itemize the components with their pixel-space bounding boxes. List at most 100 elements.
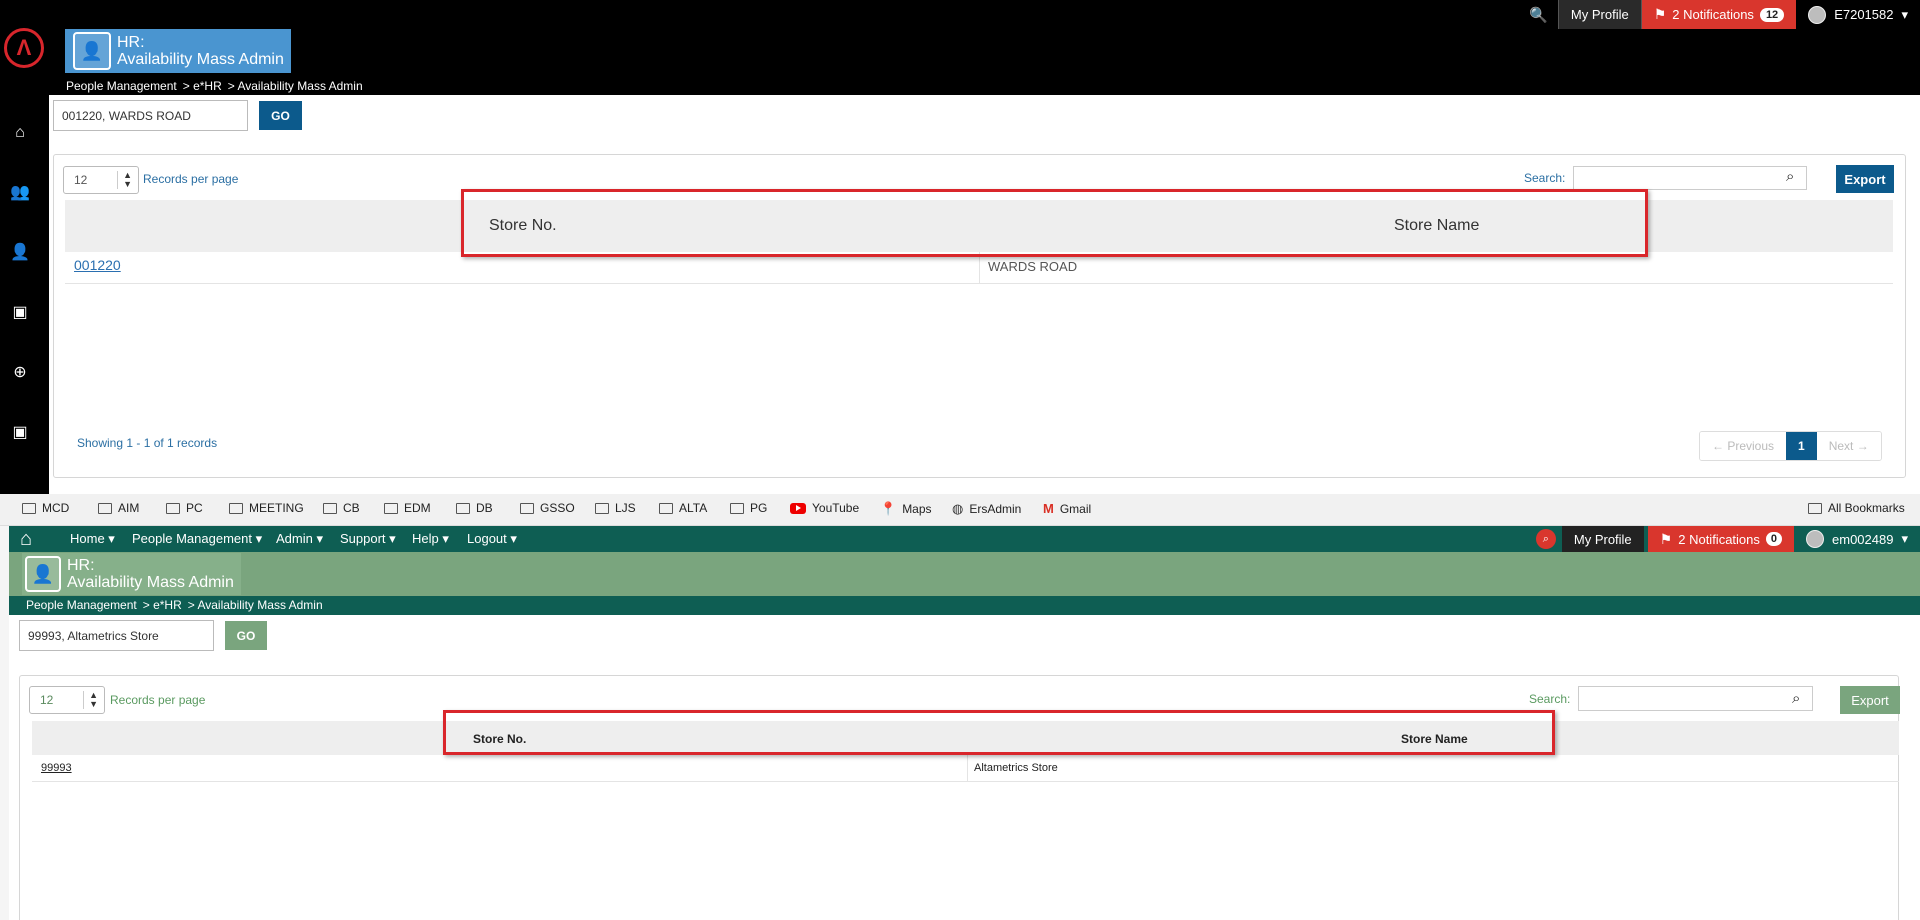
search-icon[interactable]: ⌕ <box>1792 690 1800 707</box>
bookmark-gsso[interactable]: GSSO <box>520 501 575 515</box>
search-icon[interactable]: ⌕ <box>1786 168 1794 185</box>
bookmark-ersadmin[interactable]: ◍ ErsAdmin <box>952 501 1021 517</box>
bookmark-label: EDM <box>404 501 431 515</box>
go-button[interactable]: GO <box>225 621 267 650</box>
bookmark-label: PC <box>186 501 203 515</box>
app-title-tile: 👤 HR: Availability Mass Admin <box>22 553 241 595</box>
nav-people-management[interactable]: People Management ▾ <box>132 531 262 547</box>
home-icon[interactable]: ⌂ <box>20 528 32 551</box>
youtube-icon <box>790 502 806 514</box>
bookmark-edm[interactable]: EDM <box>384 501 431 515</box>
users-icon[interactable]: 👥 <box>8 181 32 205</box>
store-select-input[interactable] <box>53 100 248 131</box>
bookmark-maps[interactable]: 📍 Maps <box>880 501 932 517</box>
go-button[interactable]: GO <box>259 101 302 130</box>
bookmark-alta[interactable]: ALTA <box>659 501 707 515</box>
nav-logout[interactable]: Logout ▾ <box>467 531 517 547</box>
breadcrumb-people-management[interactable]: People Management <box>26 598 137 612</box>
home-icon[interactable]: ⌂ <box>8 121 32 145</box>
bookmark-cb[interactable]: CB <box>323 501 360 515</box>
app-header <box>9 552 1920 596</box>
nav-home-label: Home <box>70 531 105 546</box>
bookmark-ljs[interactable]: LJS <box>595 501 636 515</box>
brand-logo[interactable]: Λ <box>4 28 44 68</box>
bookmark-label: LJS <box>615 501 636 515</box>
highlight-annotation-box <box>443 710 1555 755</box>
bookmark-label: CB <box>343 501 360 515</box>
folder-icon <box>595 502 609 514</box>
folder-icon <box>22 502 36 514</box>
store-no-link[interactable]: 001220 <box>74 257 121 273</box>
notifications-label: 2 Notifications <box>1672 7 1754 22</box>
globe-icon: ◍ <box>952 501 964 516</box>
next-page-button[interactable]: Next → <box>1816 432 1881 460</box>
pagination: ← Previous 1 Next → <box>1699 431 1882 461</box>
breadcrumb-current: > Availability Mass Admin <box>187 598 323 612</box>
bookmark-gmail[interactable]: M Gmail <box>1043 501 1091 516</box>
search-label: Search: <box>1524 171 1566 185</box>
broken-image-icon-2[interactable]: ▣ <box>8 421 32 445</box>
user-menu[interactable]: E7201582 ▾ <box>1796 0 1920 29</box>
spinner-arrows-icon[interactable]: ▲ ▼ <box>117 171 132 189</box>
breadcrumb-people-management[interactable]: People Management <box>66 79 177 93</box>
calendar-user-icon: 👤 <box>25 556 61 592</box>
bookmark-label: MEETING <box>249 501 304 515</box>
store-select-input[interactable] <box>19 620 214 651</box>
bookmark-mcd[interactable]: MCD <box>22 501 69 515</box>
current-page-button[interactable]: 1 <box>1786 432 1817 460</box>
bookmark-label: Gmail <box>1059 501 1092 516</box>
search-icon[interactable]: 🔍 <box>1519 0 1558 29</box>
broken-image-icon[interactable]: ▣ <box>8 301 32 325</box>
left-sidebar: Λ ⌂ 👥 👤 ▣ ⊕ ▣ <box>0 0 49 494</box>
bookmark-db[interactable]: DB <box>456 501 493 515</box>
search-button[interactable]: ⌕ <box>1530 526 1562 552</box>
nav-help[interactable]: Help ▾ <box>412 531 449 547</box>
records-per-page-stepper[interactable]: 12 ▲ ▼ <box>63 166 139 194</box>
store-name-cell: WARDS ROAD <box>988 259 1078 274</box>
bookmark-label: YouTube <box>812 501 860 515</box>
avatar <box>1808 5 1827 24</box>
bookmark-meeting[interactable]: MEETING <box>229 501 304 515</box>
bookmark-label: MCD <box>42 501 70 515</box>
app-title-line1: HR: <box>67 557 95 574</box>
spinner-arrows-icon[interactable]: ▲ ▼ <box>83 691 98 709</box>
records-per-page-label: Records per page <box>143 172 239 186</box>
bookmark-aim[interactable]: AIM <box>98 501 139 515</box>
folder-icon <box>1808 502 1822 514</box>
my-profile-button[interactable]: My Profile <box>1561 526 1644 552</box>
notifications-label: 2 Notifications <box>1678 531 1760 547</box>
export-button[interactable]: Export <box>1836 165 1894 193</box>
column-divider <box>967 755 968 782</box>
support-icon[interactable]: ⊕ <box>8 361 32 385</box>
export-button[interactable]: Export <box>1840 686 1900 714</box>
store-no-link[interactable]: 99993 <box>41 762 72 774</box>
nav-help-label: Help <box>412 531 439 546</box>
previous-page-button[interactable]: ← Previous <box>1700 432 1787 460</box>
nav-home[interactable]: Home ▾ <box>70 531 115 547</box>
search-input[interactable] <box>1578 686 1813 711</box>
folder-icon <box>323 502 337 514</box>
user-menu[interactable]: em002489 ▾ <box>1794 526 1920 552</box>
notifications-button[interactable]: ⚑ 2 Notifications 12 <box>1641 0 1797 29</box>
chevron-down-icon: ▾ <box>1901 6 1908 22</box>
table-row <box>32 755 1899 782</box>
bookmark-label: DB <box>476 501 493 515</box>
user-icon[interactable]: 👤 <box>8 241 32 265</box>
nav-people-management-label: People Management <box>132 531 252 546</box>
search-input[interactable] <box>1573 166 1807 190</box>
records-per-page-stepper[interactable]: 12 ▲ ▼ <box>29 686 105 714</box>
breadcrumb-ehr[interactable]: > e*HR <box>183 79 222 93</box>
nav-support[interactable]: Support ▾ <box>340 531 396 547</box>
bookmark-pc[interactable]: PC <box>166 501 203 515</box>
bookmark-pg[interactable]: PG <box>730 501 767 515</box>
breadcrumb-ehr[interactable]: > e*HR <box>143 598 182 612</box>
records-per-page-value: 12 <box>40 693 54 707</box>
notifications-button[interactable]: ⚑ 2 Notifications 0 <box>1647 526 1795 552</box>
folder-icon <box>98 502 112 514</box>
my-profile-button[interactable]: My Profile <box>1557 0 1642 29</box>
nav-admin[interactable]: Admin ▾ <box>276 531 323 547</box>
bookmark-youtube[interactable]: YouTube <box>790 501 859 515</box>
user-id: E7201582 <box>1834 7 1894 22</box>
breadcrumb: People Management > e*HR > Availability … <box>26 598 323 612</box>
all-bookmarks-button[interactable]: All Bookmarks <box>1808 501 1905 515</box>
